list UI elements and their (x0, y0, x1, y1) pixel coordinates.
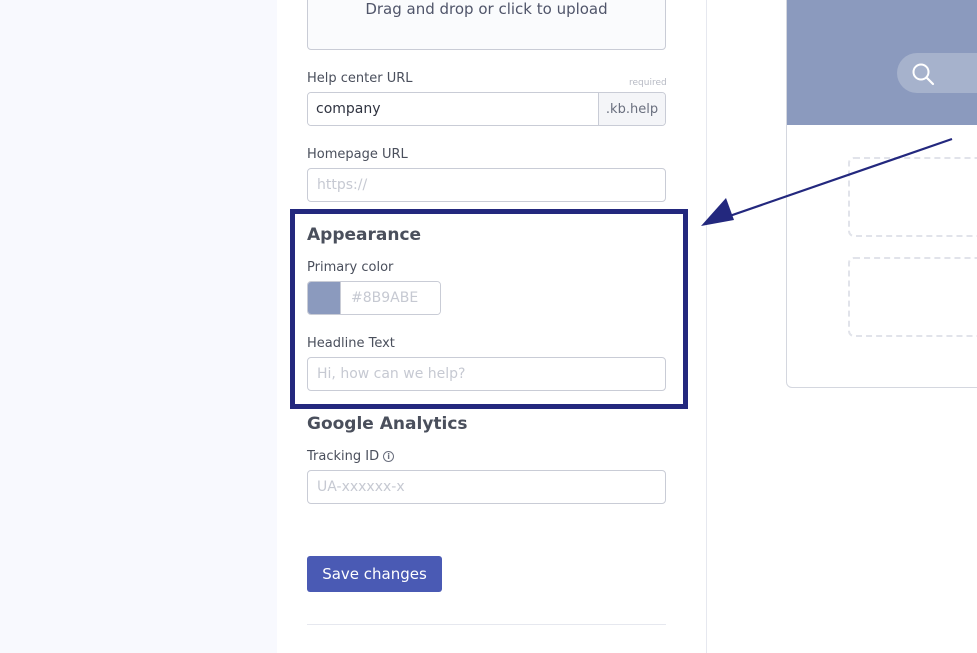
preview-placeholder-card (848, 257, 977, 337)
upload-text: Drag and drop or click to upload (365, 0, 608, 18)
tracking-id-label-wrap: Tracking ID i (307, 449, 395, 464)
help-center-url-group: .kb.help (307, 92, 666, 126)
upload-dropzone[interactable]: Drag and drop or click to upload (307, 0, 666, 50)
info-icon[interactable]: i (383, 451, 395, 462)
preview-header (787, 0, 977, 125)
primary-color-label: Primary color (307, 260, 394, 275)
search-icon (912, 63, 935, 86)
help-center-url-input[interactable] (308, 93, 598, 125)
help-center-url-label: Help center URL (307, 71, 413, 86)
tracking-id-input[interactable] (307, 470, 666, 504)
url-suffix: .kb.help (598, 93, 665, 125)
primary-color-input[interactable] (340, 282, 440, 314)
headline-text-input[interactable] (307, 357, 666, 391)
headline-text-label: Headline Text (307, 336, 395, 351)
google-analytics-heading: Google Analytics (307, 414, 468, 434)
preview-search-bar (897, 53, 977, 93)
appearance-heading: Appearance (307, 225, 422, 245)
left-sidebar (0, 0, 277, 653)
callout-arrow (701, 137, 953, 226)
panel-divider (706, 0, 707, 653)
homepage-url-input[interactable] (307, 168, 666, 202)
save-changes-button[interactable]: Save changes (307, 556, 442, 592)
tracking-id-label: Tracking ID (307, 449, 380, 464)
color-swatch[interactable] (308, 282, 340, 314)
required-indicator: required (629, 78, 667, 88)
homepage-url-label: Homepage URL (307, 147, 408, 162)
primary-color-picker (307, 281, 441, 315)
form-footer-divider (307, 624, 666, 625)
